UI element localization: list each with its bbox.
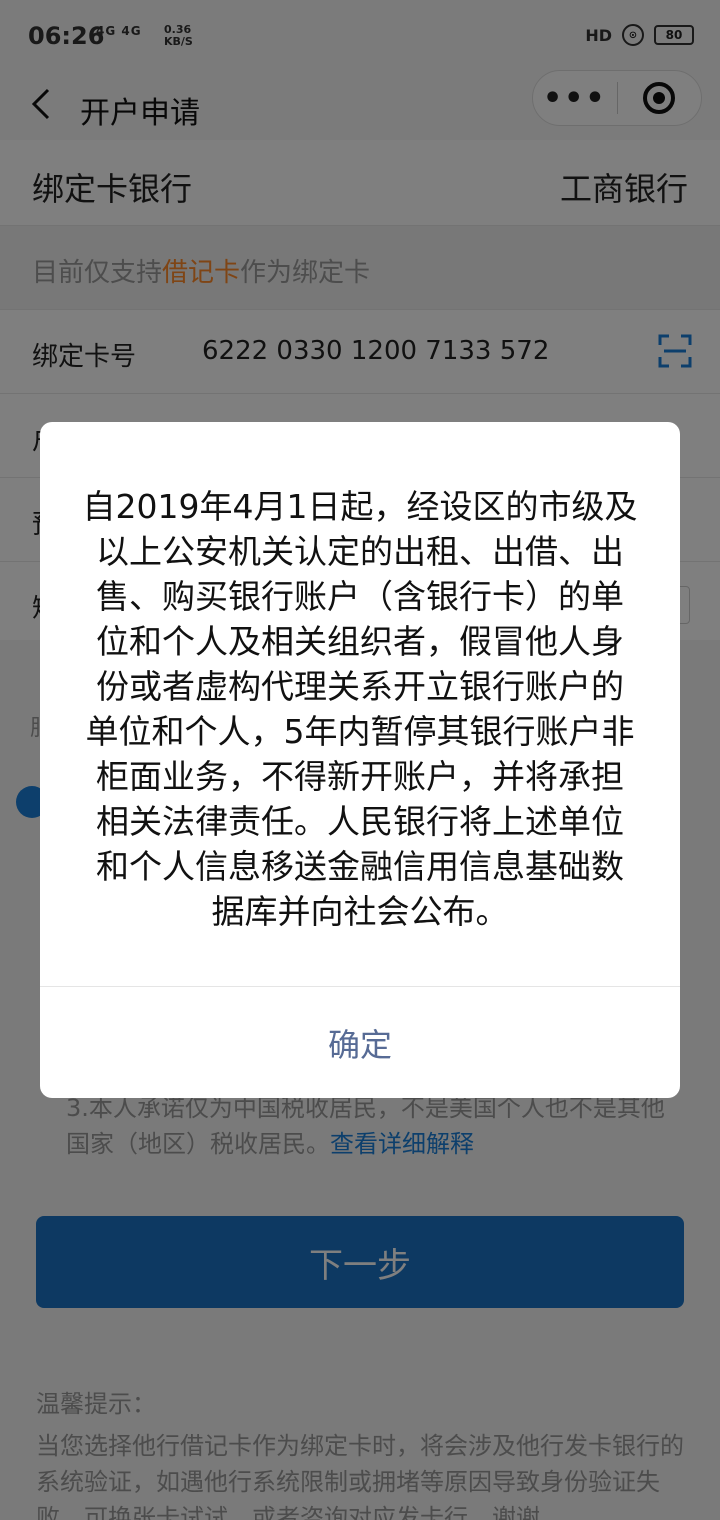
dialog-message: 自2019年4月1日起，经设区的市级及以上公安机关认定的出租、出借、出售、购买银… [82,487,638,931]
legal-notice-dialog: 自2019年4月1日起，经设区的市级及以上公安机关认定的出租、出借、出售、购买银… [40,422,680,1098]
confirm-button[interactable]: 确定 [40,987,680,1098]
